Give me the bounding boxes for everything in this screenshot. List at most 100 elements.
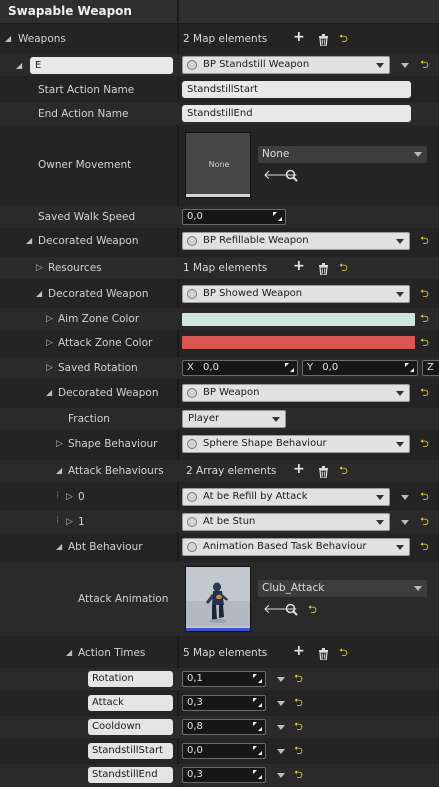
- reset-to-default-icon[interactable]: ⮌: [420, 288, 429, 300]
- reset-to-default-icon[interactable]: ⮌: [420, 516, 429, 528]
- expand-triangle-icon[interactable]: ◢: [36, 289, 42, 298]
- attack-zone-color-swatch[interactable]: [182, 336, 415, 349]
- element-menu-arrow-icon[interactable]: [401, 495, 409, 500]
- collapsed-triangle-icon[interactable]: ▷: [46, 314, 53, 324]
- reset-to-default-icon[interactable]: ⮌: [339, 647, 348, 659]
- walk-speed-row: Saved Walk Speed 0,0: [0, 206, 439, 228]
- end-action-input[interactable]: StandstillEnd: [182, 105, 411, 122]
- reset-to-default-icon[interactable]: ⮌: [420, 235, 429, 247]
- magnifier-icon[interactable]: [285, 603, 298, 619]
- class-circle-icon: [187, 542, 197, 552]
- abt-behaviour-value: Animation Based Task Behaviour: [203, 541, 367, 552]
- action-time-value-field[interactable]: 0,0: [182, 743, 266, 759]
- attack-animation-combo[interactable]: Club_Attack: [258, 580, 427, 597]
- reset-to-default-icon[interactable]: ⮌: [294, 721, 303, 733]
- drag-handle-icon[interactable]: ⁞: [56, 490, 59, 501]
- walk-speed-field[interactable]: 0,0: [182, 209, 286, 225]
- weapon-class-combo[interactable]: BP Standstill Weapon: [182, 56, 390, 74]
- collapsed-triangle-icon[interactable]: ▷: [66, 492, 73, 502]
- rotation-x-field[interactable]: X 0,0: [182, 360, 298, 376]
- rotation-z-field[interactable]: Z: [422, 360, 439, 376]
- abt-behaviour-row: ◢ Abt Behaviour Animation Based Task Beh…: [0, 536, 439, 558]
- element-menu-arrow-icon[interactable]: [277, 749, 285, 754]
- attack-behaviour-0-combo[interactable]: At be Refill by Attack: [182, 488, 390, 506]
- owner-movement-combo[interactable]: None: [258, 146, 427, 163]
- reset-to-default-icon[interactable]: ⮌: [420, 491, 429, 503]
- shape-behaviour-combo[interactable]: Sphere Shape Behaviour: [182, 435, 410, 453]
- start-action-input[interactable]: StandstillStart: [182, 81, 411, 98]
- action-time-value-field[interactable]: 0,3: [182, 695, 266, 711]
- expand-triangle-icon[interactable]: ◢: [26, 236, 32, 245]
- delete-trash-icon[interactable]: [318, 466, 329, 479]
- collapsed-triangle-icon[interactable]: ▷: [36, 263, 43, 273]
- collapsed-triangle-icon[interactable]: ▷: [46, 363, 53, 373]
- action-time-key[interactable]: StandstillEnd: [88, 767, 173, 783]
- reset-to-default-icon[interactable]: ⮌: [339, 262, 348, 274]
- reset-to-default-icon[interactable]: ⮌: [294, 769, 303, 781]
- expand-triangle-icon[interactable]: ◢: [46, 388, 52, 397]
- element-menu-arrow-icon[interactable]: [277, 677, 285, 682]
- decorated-weapon-2-combo[interactable]: BP Showed Weapon: [182, 285, 410, 303]
- resources-row: ▷ Resources 1 Map elements + ⮌: [0, 257, 439, 279]
- add-element-plus-icon[interactable]: +: [293, 462, 305, 476]
- attack-behaviour-item-0: ⁞ ▷ 0 At be Refill by Attack ⮌: [0, 486, 439, 508]
- reset-to-default-icon[interactable]: ⮌: [420, 387, 429, 399]
- rotation-y-value: 0,0: [322, 362, 339, 373]
- delete-trash-icon[interactable]: [318, 34, 329, 47]
- decorated-weapon-1-combo[interactable]: BP Refillable Weapon: [182, 232, 410, 250]
- expand-triangle-icon[interactable]: ◢: [5, 34, 11, 43]
- reset-to-default-icon[interactable]: ⮌: [294, 673, 303, 685]
- action-time-value-field[interactable]: 0,8: [182, 719, 266, 735]
- element-menu-arrow-icon[interactable]: [277, 725, 285, 730]
- reset-to-default-icon[interactable]: ⮌: [308, 604, 317, 616]
- spin-drag-icon: [273, 212, 282, 221]
- dropdown-arrow-icon: [376, 495, 384, 500]
- element-menu-arrow-icon[interactable]: [277, 773, 285, 778]
- animation-thumbnail[interactable]: [185, 566, 251, 632]
- class-circle-icon: [187, 439, 197, 449]
- map-key-field[interactable]: E: [30, 57, 173, 74]
- aim-zone-color-swatch[interactable]: [182, 313, 415, 326]
- collapsed-triangle-icon[interactable]: ▷: [56, 439, 63, 449]
- dropdown-arrow-icon: [376, 63, 384, 68]
- collapsed-triangle-icon[interactable]: ▷: [46, 338, 53, 348]
- expand-triangle-icon[interactable]: ◢: [16, 61, 22, 70]
- delete-trash-icon[interactable]: [318, 648, 329, 661]
- reset-to-default-icon[interactable]: ⮌: [420, 313, 429, 325]
- delete-trash-icon[interactable]: [318, 263, 329, 276]
- fraction-combo[interactable]: Player: [182, 410, 286, 428]
- action-time-key[interactable]: Rotation: [88, 671, 173, 687]
- reset-to-default-icon[interactable]: ⮌: [339, 465, 348, 477]
- action-time-key[interactable]: Cooldown: [88, 719, 173, 735]
- reset-to-default-icon[interactable]: ⮌: [339, 33, 348, 45]
- reset-to-default-icon[interactable]: ⮌: [420, 59, 429, 71]
- magnifier-icon[interactable]: [285, 169, 298, 185]
- rotation-y-field[interactable]: Y 0,0: [302, 360, 418, 376]
- action-time-value-field[interactable]: 0,1: [182, 671, 266, 687]
- action-time-value-field[interactable]: 0,3: [182, 767, 266, 783]
- element-menu-arrow-icon[interactable]: [401, 520, 409, 525]
- spin-drag-icon: [253, 746, 262, 755]
- expand-triangle-icon[interactable]: ◢: [66, 648, 72, 657]
- reset-to-default-icon[interactable]: ⮌: [420, 541, 429, 553]
- reset-to-default-icon[interactable]: ⮌: [420, 438, 429, 450]
- reset-to-default-icon[interactable]: ⮌: [420, 337, 429, 349]
- reset-to-default-icon[interactable]: ⮌: [294, 697, 303, 709]
- expand-triangle-icon[interactable]: ◢: [56, 466, 62, 475]
- collapsed-triangle-icon[interactable]: ▷: [66, 517, 73, 527]
- add-element-plus-icon[interactable]: +: [293, 30, 305, 44]
- decorated-weapon-3-combo[interactable]: BP Weapon: [182, 384, 410, 402]
- element-menu-arrow-icon[interactable]: [401, 63, 409, 68]
- reset-to-default-icon[interactable]: ⮌: [294, 745, 303, 757]
- element-menu-arrow-icon[interactable]: [277, 701, 285, 706]
- abt-behaviour-combo[interactable]: Animation Based Task Behaviour: [182, 538, 410, 556]
- action-time-key[interactable]: StandstillStart: [88, 743, 173, 759]
- add-element-plus-icon[interactable]: +: [293, 259, 305, 273]
- decorated-weapon-2-value: BP Showed Weapon: [203, 288, 303, 299]
- asset-thumbnail[interactable]: None: [185, 132, 251, 198]
- expand-triangle-icon[interactable]: ◢: [56, 542, 62, 551]
- attack-behaviour-1-combo[interactable]: At be Stun: [182, 513, 390, 531]
- add-element-plus-icon[interactable]: +: [293, 644, 305, 658]
- drag-handle-icon[interactable]: ⁞: [56, 515, 59, 526]
- action-time-key[interactable]: Attack: [88, 695, 173, 711]
